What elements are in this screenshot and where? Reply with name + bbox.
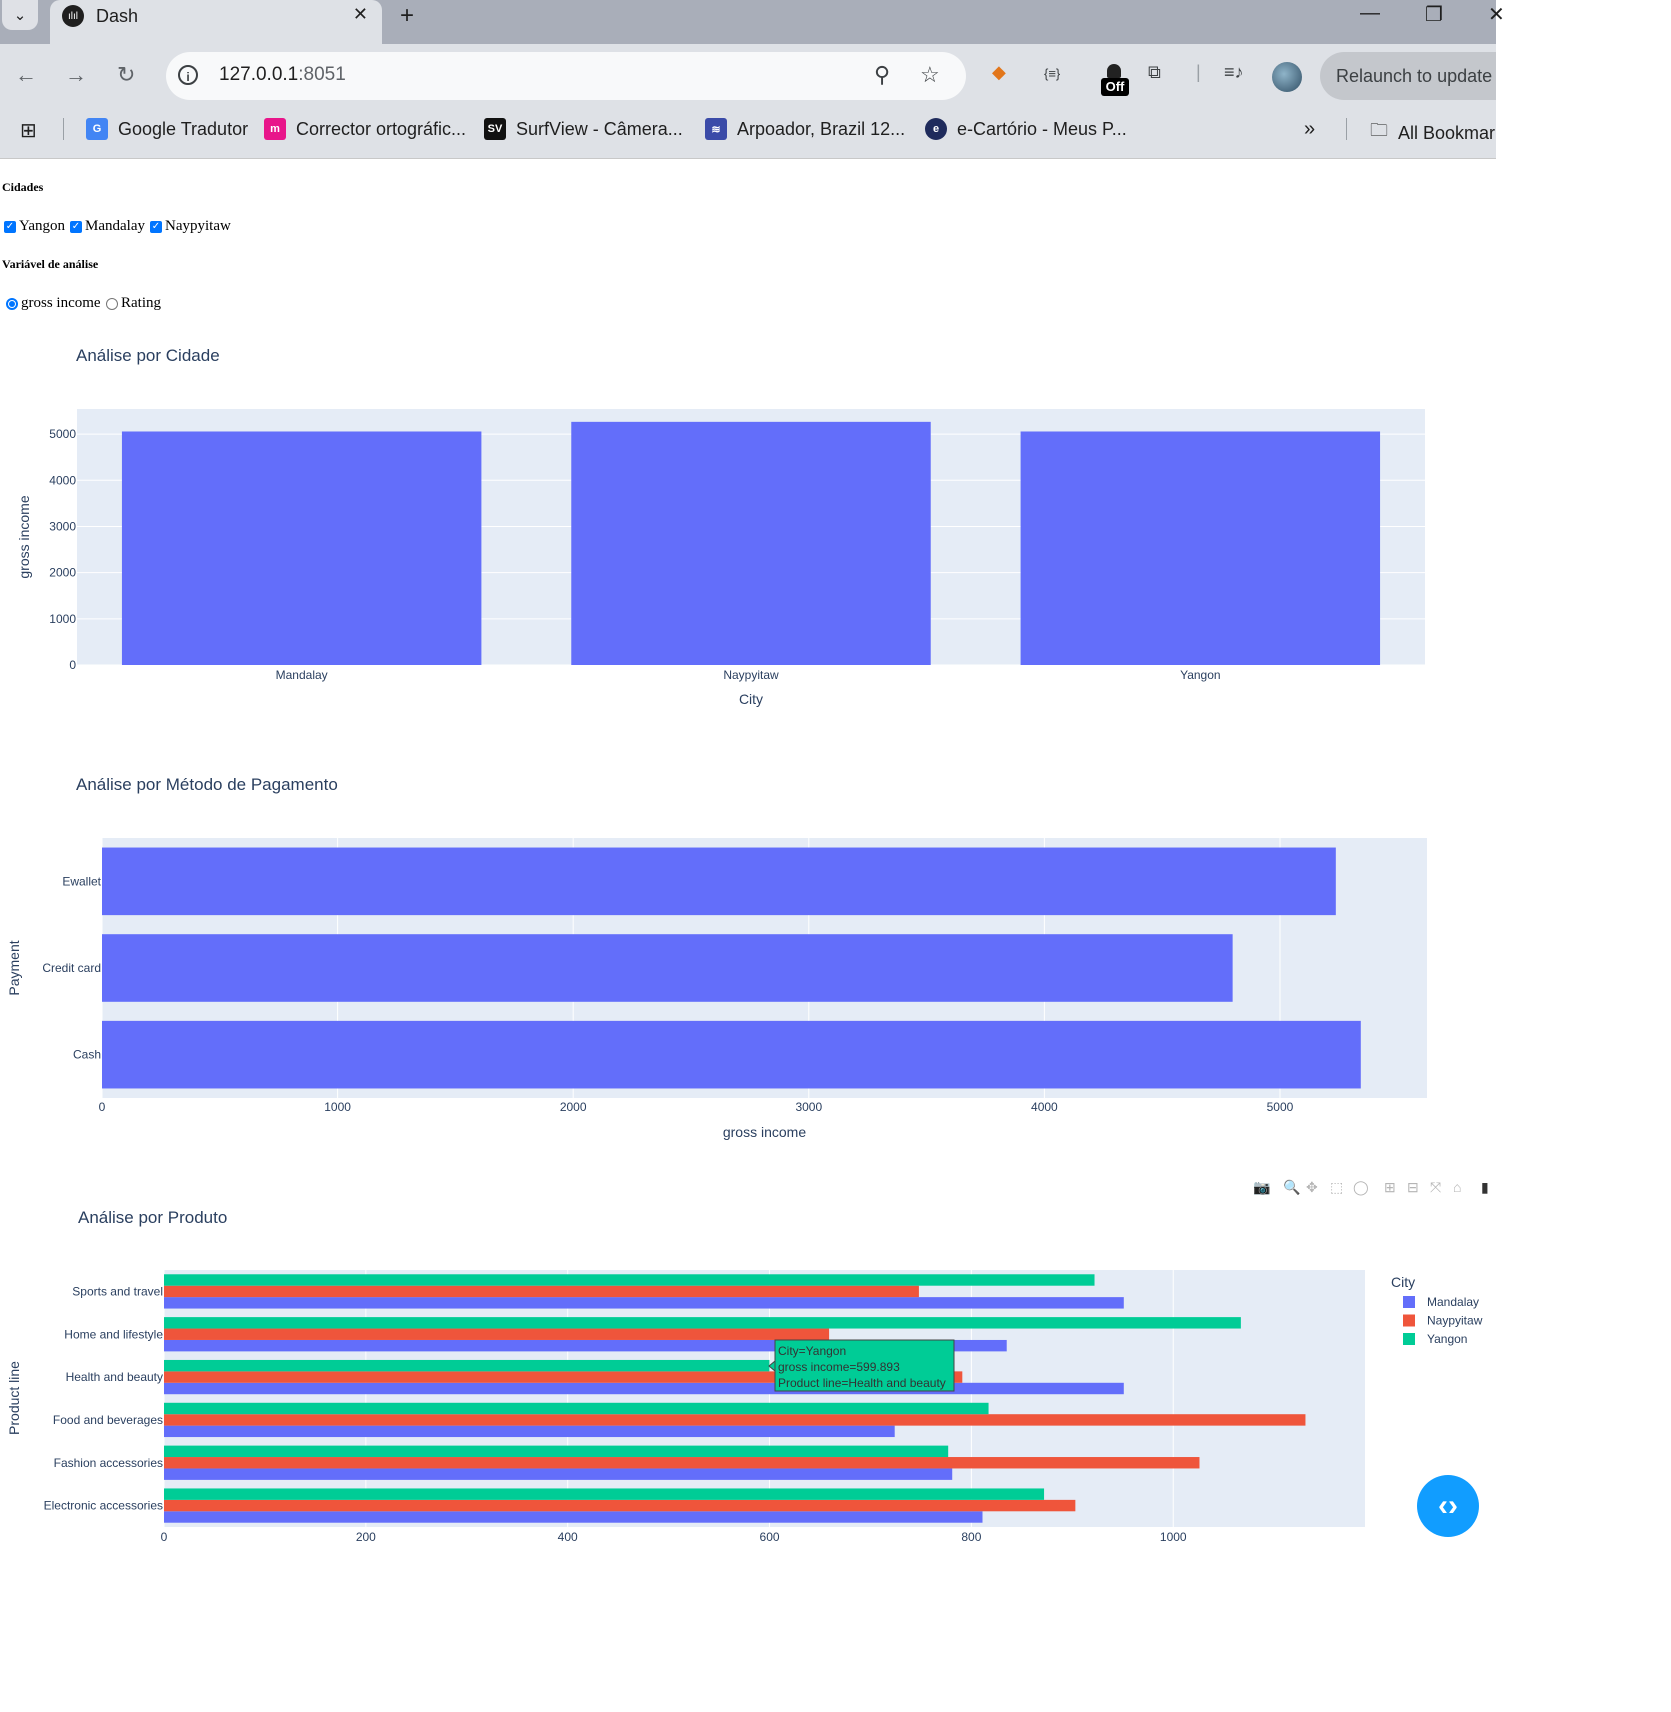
dash-devtools-code-icon[interactable]: ‹› — [1417, 1475, 1479, 1537]
legend-swatch — [1403, 1314, 1415, 1327]
y-tick-label: 0 — [69, 658, 76, 672]
bar-mandalay — [164, 1382, 1124, 1395]
x-tick-label: 4000 — [1031, 1100, 1058, 1114]
x-tick-label: 0 — [161, 1530, 168, 1544]
y-tick-label: 2000 — [49, 566, 76, 580]
y-axis-title: Product line — [6, 1361, 22, 1435]
legend-title: City — [1391, 1274, 1415, 1290]
reset-axes-home-icon[interactable]: ⌂ — [1453, 1179, 1461, 1195]
x-tick-label: 1000 — [1160, 1530, 1187, 1544]
bar-credit-card — [102, 934, 1233, 1002]
x-tick-label: 400 — [558, 1530, 578, 1544]
x-axis-title: gross income — [723, 1124, 806, 1140]
x-tick-label: 2000 — [560, 1100, 587, 1114]
charts-canvas: Análise por Cidade010002000300040005000M… — [6, 346, 1483, 1544]
chart-title: Análise por Método de Pagamento — [76, 775, 338, 794]
chart-title: Análise por Produto — [78, 1208, 227, 1227]
legend-swatch — [1403, 1333, 1415, 1345]
x-tick-label: 800 — [961, 1530, 981, 1544]
lasso-select-icon[interactable]: ◯ — [1353, 1179, 1369, 1196]
y-axis-title: gross income — [16, 495, 32, 578]
bar-yangon — [164, 1488, 1045, 1500]
bar-yangon — [164, 1402, 989, 1415]
bar-yangon — [164, 1445, 949, 1458]
bar-mandalay — [164, 1511, 983, 1523]
x-tick-label: 200 — [356, 1530, 376, 1544]
y-tick-label: Home and lifestyle — [64, 1327, 163, 1341]
bar-naypyitaw — [571, 421, 931, 665]
bar-mandalay — [164, 1425, 895, 1438]
bar-yangon — [1020, 431, 1381, 665]
zoom-in-icon[interactable]: ⊞ — [1384, 1179, 1396, 1196]
legend-item: Naypyitaw — [1427, 1314, 1483, 1328]
bar-mandalay — [164, 1297, 1124, 1309]
bar-naypyitaw — [164, 1285, 919, 1298]
tooltip-line: gross income=599.893 — [778, 1360, 900, 1374]
bar-naypyitaw — [164, 1499, 1076, 1512]
y-tick-label: Sports and travel — [72, 1284, 163, 1298]
tooltip-line: City=Yangon — [778, 1344, 846, 1358]
x-tick-label: 600 — [760, 1530, 780, 1544]
x-axis-title: City — [739, 691, 763, 707]
bar-naypyitaw — [164, 1457, 1200, 1469]
y-tick-label: Fashion accessories — [54, 1456, 163, 1470]
tooltip-line: Product line=Health and beauty — [778, 1376, 946, 1390]
y-tick-label: Credit card — [42, 961, 101, 975]
legend-item: Mandalay — [1427, 1295, 1479, 1309]
zoom-icon[interactable]: 🔍 — [1283, 1179, 1300, 1196]
y-tick-label: 1000 — [49, 612, 76, 626]
bar-yangon — [164, 1317, 1241, 1329]
legend-swatch — [1403, 1296, 1415, 1308]
x-tick-label: 1000 — [324, 1100, 351, 1114]
plotly-logo-icon[interactable]: ▮ — [1481, 1179, 1489, 1196]
bar-mandalay — [121, 431, 482, 665]
autoscale-icon[interactable]: ⤧ — [1430, 1179, 1441, 1196]
bar-naypyitaw — [164, 1328, 830, 1340]
x-tick-label: Naypyitaw — [723, 668, 779, 682]
bar-naypyitaw — [164, 1414, 1306, 1426]
x-tick-label: Yangon — [1180, 668, 1220, 682]
bar-yangon — [164, 1274, 1095, 1286]
zoom-out-icon[interactable]: ⊟ — [1407, 1179, 1419, 1196]
y-tick-label: Food and beverages — [53, 1413, 163, 1427]
x-tick-label: 0 — [99, 1100, 106, 1114]
y-tick-label: 5000 — [49, 427, 76, 441]
chart-title: Análise por Cidade — [76, 346, 220, 365]
y-axis-title: Payment — [6, 940, 22, 995]
camera-icon[interactable]: 📷 — [1253, 1179, 1270, 1196]
bar-mandalay — [164, 1468, 953, 1480]
box-select-icon[interactable]: ⬚ — [1330, 1179, 1343, 1196]
bar-cash — [102, 1020, 1361, 1089]
y-tick-label: 3000 — [49, 519, 76, 533]
x-tick-label: 5000 — [1267, 1100, 1294, 1114]
bar-yangon — [164, 1359, 770, 1372]
y-tick-label: Ewallet — [62, 874, 101, 888]
legend-item: Yangon — [1427, 1332, 1467, 1346]
y-tick-label: 4000 — [49, 473, 76, 487]
y-tick-label: Electronic accessories — [44, 1499, 163, 1513]
y-tick-label: Health and beauty — [66, 1370, 163, 1384]
pan-icon[interactable]: ✥ — [1306, 1179, 1318, 1196]
bar-ewallet — [102, 847, 1336, 916]
x-tick-label: Mandalay — [276, 668, 328, 682]
y-tick-label: Cash — [73, 1048, 101, 1062]
x-tick-label: 3000 — [795, 1100, 822, 1114]
